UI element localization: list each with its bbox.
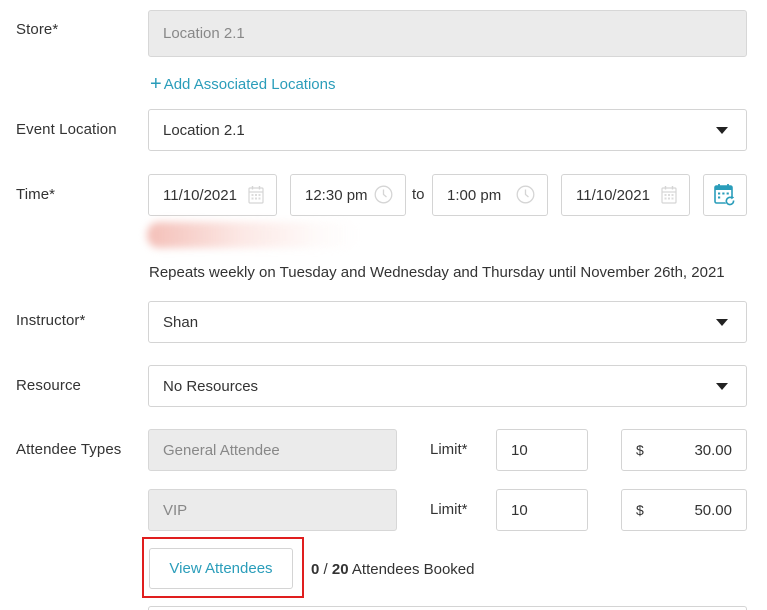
attendee-type-name-field: VIP (148, 489, 397, 531)
currency-symbol: $ (636, 502, 644, 518)
price-input[interactable]: $ 30.00 (621, 429, 747, 471)
booked-separator: / (323, 561, 328, 578)
time-label: Time* (16, 186, 56, 203)
attendee-type-name: General Attendee (163, 441, 280, 459)
redacted-validation-message (147, 222, 359, 248)
attendee-type-name-field: General Attendee (148, 429, 397, 471)
repeat-schedule-button[interactable] (703, 174, 747, 216)
clock-icon (374, 185, 393, 204)
view-attendees-button[interactable]: View Attendees (149, 548, 293, 589)
booked-total: 20 (331, 561, 349, 578)
calendar-icon (661, 186, 677, 204)
start-time-value: 12:30 pm (305, 186, 368, 204)
chevron-down-icon (716, 383, 728, 390)
end-time-input[interactable]: 1:00 pm (432, 174, 548, 216)
instructor-value: Shan (163, 313, 199, 331)
store-field: Location 2.1 (148, 10, 747, 57)
store-label: Store* (16, 21, 59, 38)
end-date-input[interactable]: 11/10/2021 (561, 174, 690, 216)
limit-label: Limit* (430, 501, 468, 518)
attendees-booked-status: 0 / 20 Attendees Booked (311, 561, 474, 578)
plus-icon: + (150, 73, 162, 95)
resource-select[interactable]: No Resources (148, 365, 747, 407)
limit-value: 10 (511, 441, 528, 459)
repeat-summary: Repeats weekly on Tuesday and Wednesday … (149, 264, 725, 281)
event-location-value: Location 2.1 (163, 121, 245, 139)
calendar-icon (248, 186, 264, 204)
price-value: 50.00 (694, 501, 732, 519)
start-time-input[interactable]: 12:30 pm (290, 174, 406, 216)
start-date-input[interactable]: 11/10/2021 (148, 174, 277, 216)
to-label: to (412, 186, 425, 203)
instructor-select[interactable]: Shan (148, 301, 747, 343)
end-time-value: 1:00 pm (447, 186, 502, 204)
add-associated-locations-link[interactable]: + Add Associated Locations (150, 74, 335, 94)
calendar-repeat-icon (714, 184, 735, 206)
limit-input[interactable]: 10 (496, 489, 588, 531)
limit-label: Limit* (430, 441, 468, 458)
event-location-select[interactable]: Location 2.1 (148, 109, 747, 151)
currency-symbol: $ (636, 442, 644, 458)
store-value: Location 2.1 (163, 25, 245, 42)
chevron-down-icon (716, 319, 728, 326)
booked-suffix: Attendees Booked (351, 561, 475, 578)
limit-value: 10 (511, 501, 528, 519)
price-input[interactable]: $ 50.00 (621, 489, 747, 531)
booked-count: 0 (311, 561, 320, 578)
clock-icon (516, 185, 535, 204)
event-location-label: Event Location (16, 121, 117, 138)
price-value: 30.00 (694, 441, 732, 459)
attendee-type-name: VIP (163, 501, 188, 519)
resource-label: Resource (16, 377, 81, 394)
end-date-value: 11/10/2021 (576, 186, 650, 204)
chevron-down-icon (716, 127, 728, 134)
add-associated-locations-label: Add Associated Locations (163, 75, 336, 93)
instructor-label: Instructor* (16, 312, 86, 329)
start-date-value: 11/10/2021 (163, 186, 237, 204)
resource-value: No Resources (163, 377, 259, 395)
next-field-edge (148, 606, 747, 610)
limit-input[interactable]: 10 (496, 429, 588, 471)
attendee-types-label: Attendee Types (16, 441, 122, 458)
